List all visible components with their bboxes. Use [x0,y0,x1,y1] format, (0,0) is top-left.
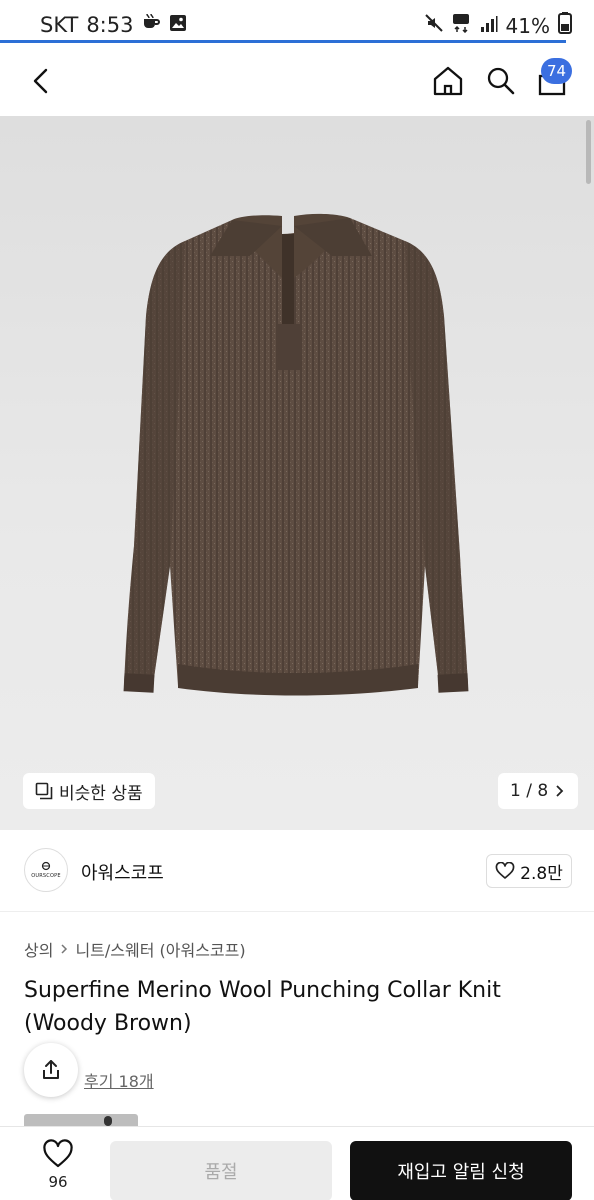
image-icon [169,13,187,37]
share-button[interactable] [24,1043,78,1097]
cart-count-badge: 74 [541,58,573,84]
battery-percent: 41% [505,13,550,38]
back-button[interactable] [26,60,58,100]
signal-icon [480,14,498,38]
product-title: Superfine Merino Wool Punching Collar Kn… [24,978,501,1036]
status-bar: SKT 8:53 41% [0,0,594,44]
coffee-icon [141,12,161,37]
product-image-gallery[interactable]: 비슷한 상품 1 / 8 [0,116,594,830]
chevron-right-icon [556,785,564,797]
restock-alert-button[interactable]: 재입고 알림 신청 [350,1141,572,1200]
heart-icon [43,1139,73,1168]
brand-name[interactable]: 아워스코프 [81,859,164,885]
search-icon [487,67,515,95]
status-left: SKT 8:53 [40,12,187,37]
status-right: 41% [424,12,572,39]
battery-icon [558,12,572,39]
page-load-progress [0,40,566,43]
mute-icon [424,13,444,38]
similar-products-button[interactable]: 비슷한 상품 [23,773,155,809]
similar-products-label: 비슷한 상품 [59,783,143,804]
brand-like-count: 2.8만 [520,863,563,884]
chevron-right-icon [61,944,68,954]
wishlist-button[interactable]: 96 [30,1139,86,1199]
sweater-image [123,213,469,696]
brand-logo[interactable]: OURSCOPE [24,848,68,892]
breadcrumb-category-top[interactable]: 상의 [24,937,53,961]
brand-like-button[interactable]: 2.8만 [486,854,572,888]
thumbnail-peek [24,1114,138,1126]
soldout-button: 품절 [110,1141,332,1200]
bottom-action-bar: 96 품절 재입고 알림 신청 [0,1126,594,1200]
review-count-link[interactable]: 후기 18개 [84,1068,154,1092]
wishlist-count: 96 [48,1173,68,1191]
copy-icon [35,782,53,800]
share-icon [43,1060,59,1079]
brand-logo-text: OURSCOPE [31,873,61,879]
page-indicator-text: 1 / 8 [510,781,549,801]
scrollbar-thumb[interactable] [586,120,591,184]
top-nav-bar: 74 [0,44,594,116]
heart-icon [495,862,515,879]
clock: 8:53 [86,12,134,37]
network-5g-icon [452,13,472,38]
search-button[interactable] [482,60,518,100]
brand-row: OURSCOPE 아워스코프 2.8만 [0,830,594,912]
carrier-label: SKT [40,12,79,37]
breadcrumb: 상의 니트/스웨터 (아워스코프) [24,937,246,961]
breadcrumb-category-knit[interactable]: 니트/스웨터 (아워스코프) [75,937,245,961]
image-page-indicator[interactable]: 1 / 8 [498,773,579,809]
home-button[interactable] [430,60,466,100]
home-icon [433,66,463,96]
brand-emblem-icon [41,861,51,871]
